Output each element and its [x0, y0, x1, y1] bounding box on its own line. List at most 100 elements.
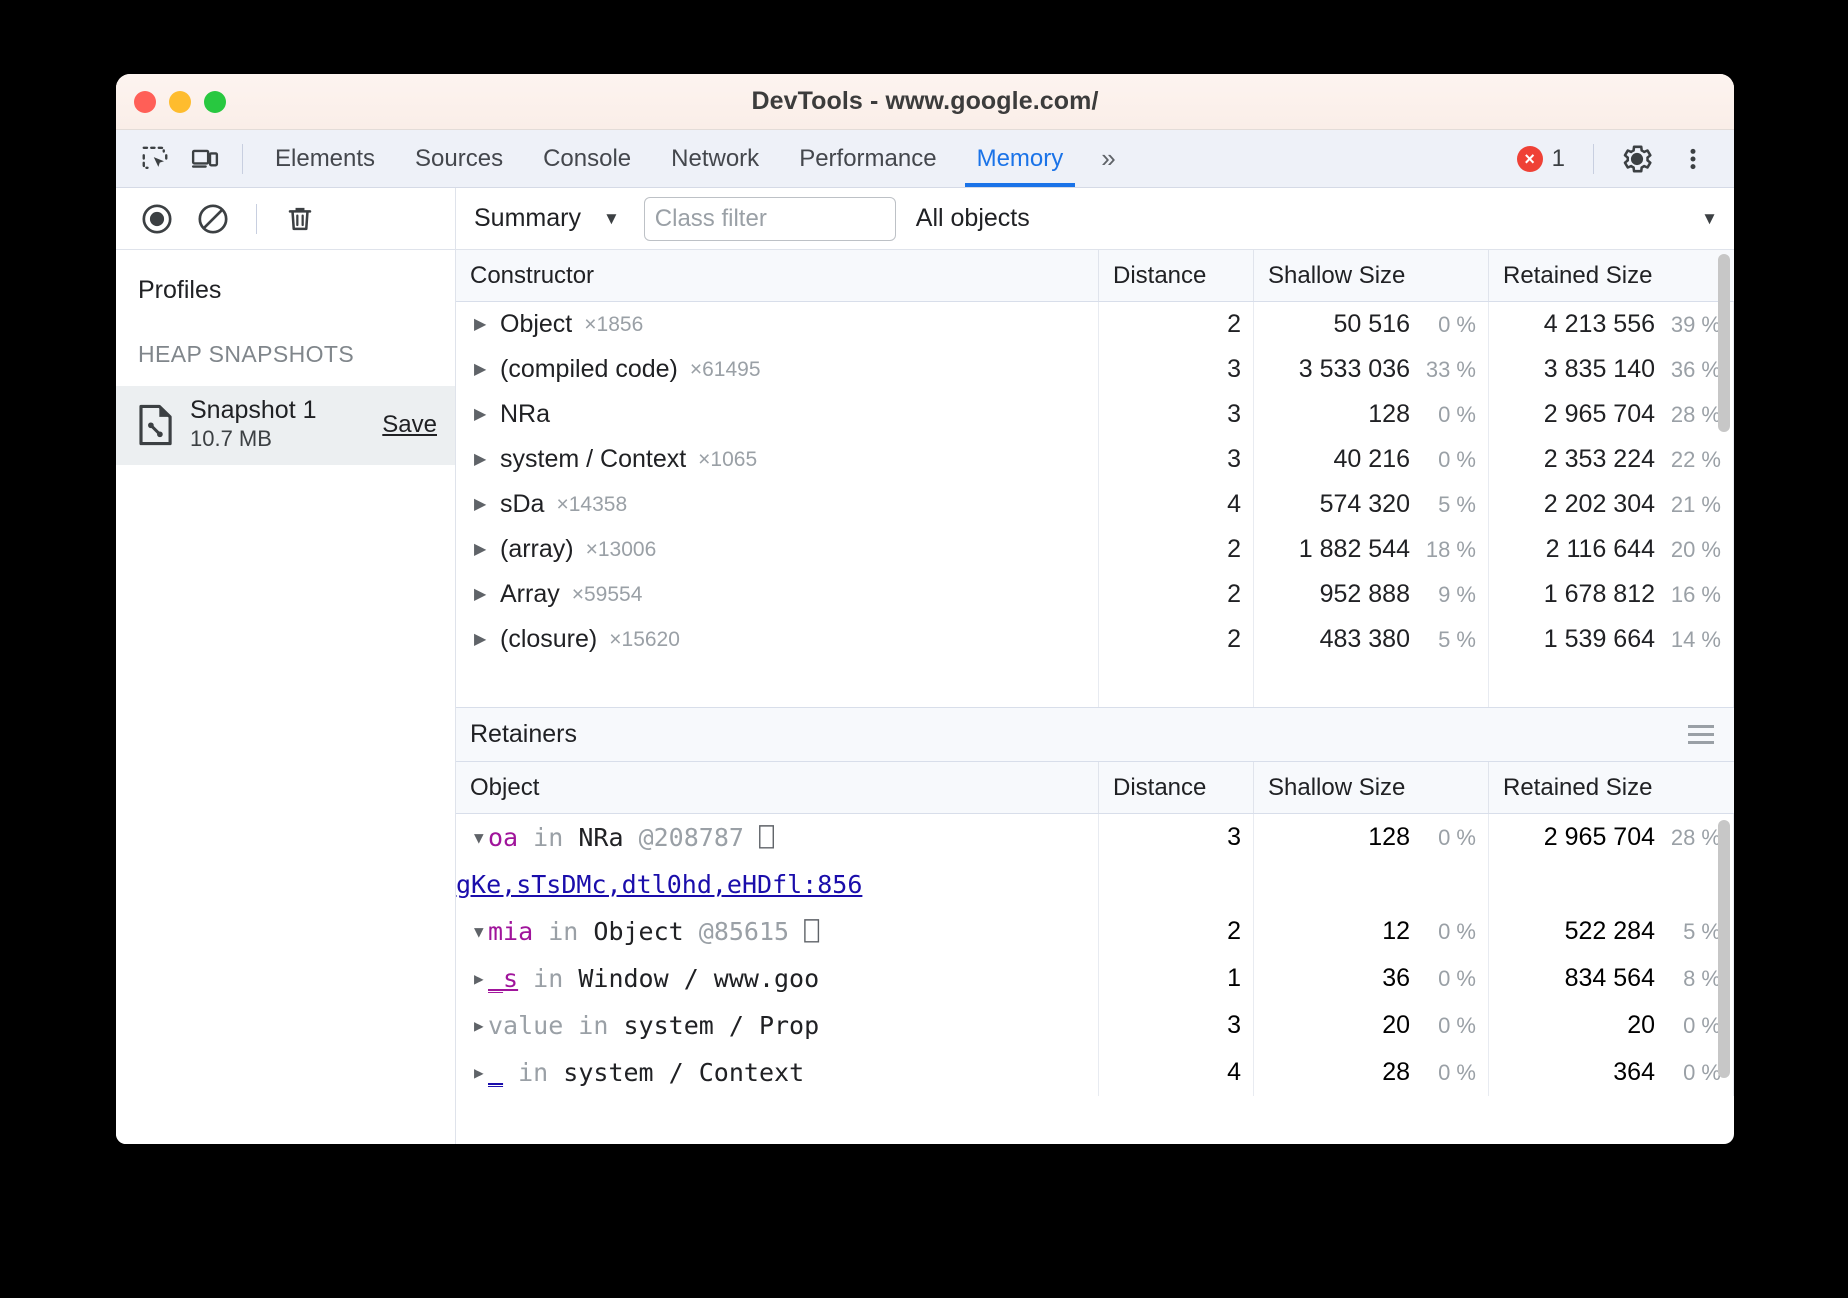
- retainer-row[interactable]: ▼ mia in Object @85615 ⎕ 2: [456, 908, 1734, 955]
- expand-triangle-icon[interactable]: ▶: [474, 362, 488, 378]
- cell-constructor[interactable]: ▶ system / Context ×1065: [456, 437, 1099, 482]
- snapshot-save-link[interactable]: Save: [382, 411, 437, 439]
- expand-triangle-icon[interactable]: ▶: [474, 542, 488, 558]
- tab-memory[interactable]: Memory: [957, 130, 1084, 187]
- cell-retained-size: 4 213 556 39 %: [1489, 302, 1734, 347]
- cell-constructor[interactable]: ▶ NRa: [456, 392, 1099, 437]
- collapse-triangle-icon[interactable]: ▼: [474, 924, 488, 940]
- shallow-percent: 9 %: [1410, 582, 1476, 608]
- table-row-empty: [456, 662, 1734, 707]
- table-row[interactable]: ▶ (array) ×13006 2 1 882 544 18 % 2 116 …: [456, 527, 1734, 572]
- error-count: 1: [1552, 145, 1565, 173]
- expand-triangle-icon[interactable]: ▶: [474, 587, 488, 603]
- summary-grid-scrollbar[interactable]: [1718, 254, 1730, 432]
- table-row[interactable]: ▶ sDa ×14358 4 574 320 5 % 2 202 304: [456, 482, 1734, 527]
- retained-value: 1 678 812: [1489, 580, 1655, 609]
- profile-actions-divider: [256, 204, 257, 234]
- view-select[interactable]: Summary ▼: [474, 204, 626, 233]
- maximize-window-button[interactable]: [204, 91, 226, 113]
- shallow-percent: 0 %: [1410, 402, 1476, 428]
- shallow-percent: 33 %: [1410, 357, 1476, 383]
- minimize-window-button[interactable]: [169, 91, 191, 113]
- tab-console[interactable]: Console: [523, 130, 651, 187]
- inspect-element-icon[interactable]: [130, 136, 180, 182]
- more-tabs-icon[interactable]: »: [1083, 130, 1133, 187]
- error-badge[interactable]: × 1: [1507, 145, 1575, 173]
- gear-icon[interactable]: [1612, 136, 1662, 182]
- tab-network[interactable]: Network: [651, 130, 779, 187]
- column-header-distance[interactable]: Distance: [1099, 250, 1254, 301]
- snapshot-file-icon: [138, 404, 174, 446]
- cell-constructor[interactable]: ▶ (closure) ×15620: [456, 617, 1099, 662]
- cell-distance: 3: [1099, 437, 1254, 482]
- trash-icon[interactable]: [275, 196, 325, 242]
- cell-source-link[interactable]: gKe,sTsDMc,dtl0hd,eHDfl:856: [456, 861, 1099, 908]
- expand-triangle-icon[interactable]: ▶: [474, 1018, 488, 1034]
- retainers-grid-scrollbar[interactable]: [1718, 820, 1730, 1078]
- device-toolbar-icon[interactable]: [180, 136, 230, 182]
- error-close-icon: ×: [1517, 146, 1543, 172]
- objects-filter-chevron-down-icon[interactable]: ▼: [1701, 209, 1718, 229]
- expand-triangle-icon[interactable]: ▶: [474, 317, 488, 333]
- cell-object[interactable]: ▼ oa in NRa @208787 ⎕: [456, 814, 1099, 861]
- retainer-row[interactable]: ▼ oa in NRa @208787 ⎕ 3: [456, 814, 1734, 861]
- cell-object[interactable]: ▶ value in system / Prop: [456, 1002, 1099, 1049]
- column-header-retained-size[interactable]: Retained Size: [1489, 250, 1734, 301]
- source-link[interactable]: gKe,sTsDMc,dtl0hd,eHDfl:856: [456, 870, 862, 899]
- expand-triangle-icon[interactable]: ▶: [474, 497, 488, 513]
- cell-constructor[interactable]: ▶ (compiled code) ×61495: [456, 347, 1099, 392]
- constructor-count: ×1856: [584, 313, 643, 337]
- expand-triangle-icon[interactable]: ▶: [474, 407, 488, 423]
- cell-constructor[interactable]: ▶ Array ×59554: [456, 572, 1099, 617]
- tab-elements[interactable]: Elements: [255, 130, 395, 187]
- table-row[interactable]: ▶ (compiled code) ×61495 3 3 533 036 33 …: [456, 347, 1734, 392]
- table-row[interactable]: ▶ NRa 3 128 0 % 2 965 704 28: [456, 392, 1734, 437]
- retained-percent: 14 %: [1655, 627, 1721, 653]
- column-header-retained-size[interactable]: Retained Size: [1489, 762, 1734, 813]
- expand-triangle-icon[interactable]: ▶: [474, 971, 488, 987]
- cell-object[interactable]: ▶ _s in Window / www.goo: [456, 955, 1099, 1002]
- expand-triangle-icon[interactable]: ▶: [474, 1065, 488, 1081]
- class-filter-input[interactable]: Class filter: [644, 197, 896, 241]
- column-header-constructor[interactable]: Constructor: [456, 250, 1099, 301]
- retainer-row[interactable]: ▶ value in system / Prop 3 20 0 % 20: [456, 1002, 1734, 1049]
- retainer-object-name: Window / www.goo: [578, 964, 819, 993]
- shallow-value: 483 380: [1254, 625, 1410, 654]
- cell-constructor[interactable]: ▶ Object ×1856: [456, 302, 1099, 347]
- cell-constructor[interactable]: ▶ (array) ×13006: [456, 527, 1099, 572]
- cell-retained-size: [1489, 861, 1734, 908]
- snapshot-list-item[interactable]: Snapshot 1 10.7 MB Save: [116, 386, 455, 465]
- table-row[interactable]: ▶ (closure) ×15620 2 483 380 5 % 1 539 6…: [456, 617, 1734, 662]
- memory-body: Profiles HEAP SNAPSHOTS Snapshot 1: [116, 250, 1734, 1144]
- cell-retained-size: 522 284 5 %: [1489, 908, 1734, 955]
- column-header-distance[interactable]: Distance: [1099, 762, 1254, 813]
- shallow-value: 40 216: [1254, 445, 1410, 474]
- hamburger-icon[interactable]: [1688, 725, 1714, 744]
- cell-retained-size: 20 0 %: [1489, 1002, 1734, 1049]
- table-row[interactable]: ▶ Array ×59554 2 952 888 9 % 1 678 812: [456, 572, 1734, 617]
- window-titlebar: DevTools - www.google.com/: [116, 74, 1734, 130]
- cell-object[interactable]: ▼ mia in Object @85615 ⎕: [456, 908, 1099, 955]
- retainer-row[interactable]: ▶ _s in Window / www.goo 1 36 0 %: [456, 955, 1734, 1002]
- tab-label: Console: [543, 145, 631, 173]
- expand-triangle-icon[interactable]: ▶: [474, 632, 488, 648]
- cell-constructor[interactable]: ▶ sDa ×14358: [456, 482, 1099, 527]
- table-row[interactable]: ▶ system / Context ×1065 3 40 216 0 % 2 …: [456, 437, 1734, 482]
- collapse-triangle-icon[interactable]: ▼: [474, 830, 488, 846]
- cell-retained-size: 2 116 644 20 %: [1489, 527, 1734, 572]
- table-row[interactable]: ▶ Object ×1856 2 50 516 0 % 4 213 556: [456, 302, 1734, 347]
- column-header-shallow-size[interactable]: Shallow Size: [1254, 762, 1489, 813]
- tab-sources[interactable]: Sources: [395, 130, 523, 187]
- expand-triangle-icon[interactable]: ▶: [474, 452, 488, 468]
- retainer-row[interactable]: ▶ _ in system / Context 4 28 0 %: [456, 1049, 1734, 1096]
- three-dot-menu-icon[interactable]: [1668, 136, 1718, 182]
- column-header-shallow-size[interactable]: Shallow Size: [1254, 250, 1489, 301]
- no-entry-clear-icon[interactable]: [188, 196, 238, 242]
- tab-performance[interactable]: Performance: [779, 130, 956, 187]
- column-header-object[interactable]: Object: [456, 762, 1099, 813]
- constructor-count: ×14358: [556, 493, 627, 517]
- cell-object[interactable]: ▶ _ in system / Context: [456, 1049, 1099, 1096]
- close-window-button[interactable]: [134, 91, 156, 113]
- objects-filter-label[interactable]: All objects: [916, 204, 1030, 233]
- record-icon[interactable]: [132, 196, 182, 242]
